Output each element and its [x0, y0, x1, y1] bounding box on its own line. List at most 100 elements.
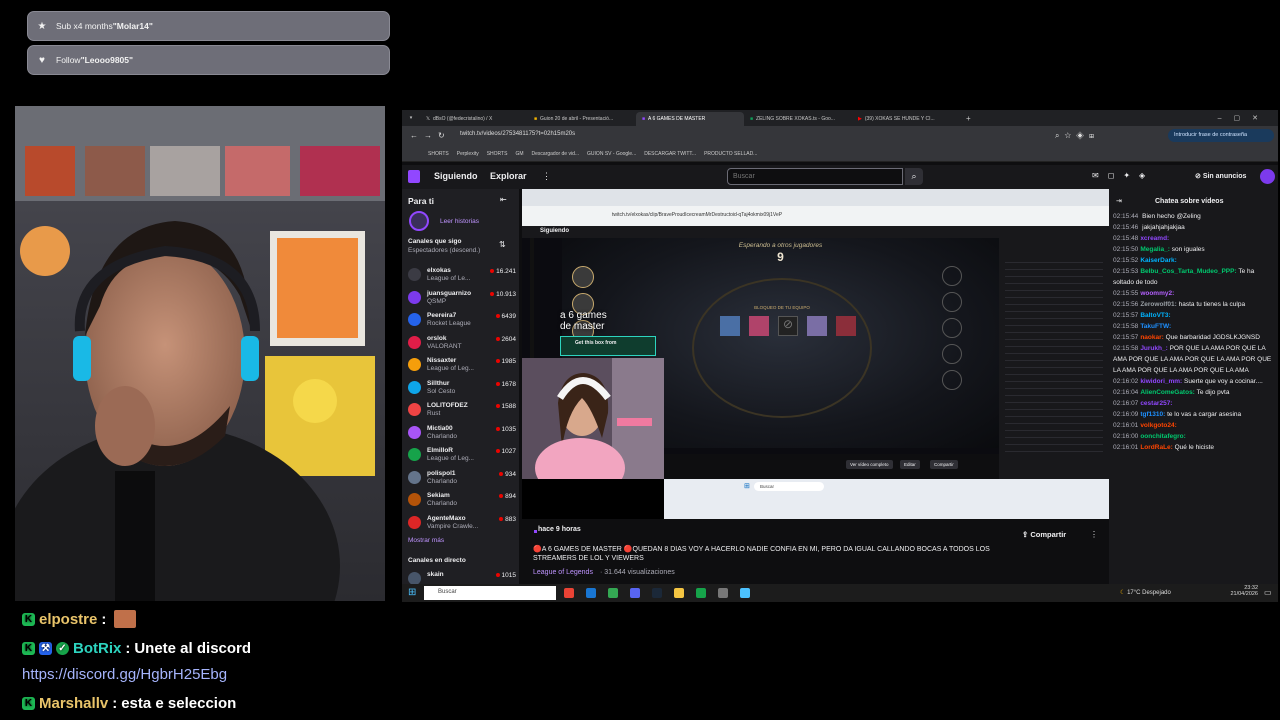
notification-icon[interactable]: ▭ — [1264, 588, 1272, 597]
discord-icon[interactable] — [630, 588, 640, 598]
chat-username[interactable]: LordRaLe: — [1140, 444, 1173, 451]
sidebar-channel[interactable]: Sekiam Charlando 894 — [408, 490, 516, 510]
sidebar-channel[interactable]: polispol1 Charlando 934 — [408, 468, 516, 488]
promo-text: Get this box from — [575, 340, 617, 346]
video-player[interactable]: twitch.tv/elxokas/clip/BraveProudIcecrea… — [522, 189, 1109, 519]
collapse-sidebar-icon[interactable]: ⇤ — [500, 195, 507, 204]
bookmark-item[interactable]: Perplexity — [457, 151, 479, 157]
browser-tab[interactable]: ■ ZELING SOBRE XOKAS.ts - Goo... — [744, 112, 852, 126]
chrome-alt-icon[interactable] — [608, 588, 618, 598]
bookmark-item[interactable]: SHORTS — [428, 151, 449, 157]
channel-viewers: 2604 — [496, 336, 516, 343]
chat-username[interactable]: woommy2: — [1140, 290, 1174, 297]
app-icon[interactable] — [696, 588, 706, 598]
chat-username[interactable]: oonchitafegro: — [1140, 433, 1186, 440]
nested-chat — [999, 238, 1109, 479]
chat-username[interactable]: Zerowolf01: — [1140, 301, 1176, 308]
collapse-chat-icon[interactable]: ⇥ — [1116, 196, 1122, 207]
game-waiting-text: Esperando a otros jugadores — [738, 242, 823, 249]
browser-tab-active[interactable]: ■ A 6 GAMES DE MASTER — [636, 112, 744, 126]
new-tab-button[interactable]: + — [966, 114, 971, 123]
chat-username[interactable]: TakuFTW: — [1140, 323, 1171, 330]
windows-start-icon[interactable]: ⊞ — [408, 587, 416, 598]
chat-username[interactable]: volkgoto24: — [1140, 422, 1176, 429]
overlay-chat-colon: : — [101, 610, 107, 628]
twitch-logo-icon[interactable] — [408, 170, 420, 183]
notepad-icon[interactable] — [718, 588, 728, 598]
chat-username[interactable]: Megalia_: — [1140, 246, 1170, 253]
tab-title: ZELING SOBRE XOKAS.ts - Goo... — [756, 116, 835, 122]
sidebar-channel[interactable]: orslok VALORANT 2604 — [408, 333, 516, 353]
bookmark-item[interactable]: GUION SV - Google... — [587, 151, 636, 157]
bookmark-item[interactable]: GM — [515, 151, 523, 157]
sidebar-channel[interactable]: juansguarnizo QSMP 10.913 — [408, 288, 516, 308]
sort-icon[interactable]: ⇅ — [499, 240, 506, 249]
search-icon[interactable]: ⌕ — [905, 168, 923, 185]
address-bar-icons[interactable]: ⌕☆◈⊞ — [1055, 131, 1099, 141]
sidebar-channel[interactable]: Sillthur Sol Cesto 1678 — [408, 378, 516, 398]
nested-twitch-nav: Siguiendo — [522, 226, 1109, 238]
chat-username[interactable]: Belbu_Cos_Tarta_Mudeo_PPP: — [1140, 268, 1236, 275]
more-icon[interactable]: ⋮ — [542, 171, 551, 182]
steam-icon[interactable] — [652, 588, 662, 598]
stories-avatar[interactable] — [409, 211, 429, 231]
show-more-link[interactable]: Mostrar más — [408, 537, 444, 544]
channel-game: Sol Cesto — [427, 387, 456, 395]
bookmark-item[interactable]: SHORTS — [487, 151, 508, 157]
taskbar-search[interactable]: Buscar — [424, 586, 556, 600]
window-controls[interactable]: –▢✕ — [1218, 114, 1270, 122]
browser-tab[interactable]: ■ Guion 20 de abril - Presentació... — [528, 112, 636, 126]
more-options-icon[interactable]: ⋮ — [1090, 530, 1098, 539]
video-title: 🔴A 6 GAMES DE MASTER 🔴QUEDAN 8 DIAS VOY … — [533, 546, 990, 562]
read-stories-link[interactable]: Leer historias — [440, 218, 479, 225]
nav-following[interactable]: Siguiendo — [434, 171, 478, 181]
bookmark-item[interactable]: Descargador de vid... — [532, 151, 580, 157]
password-prompt-button[interactable]: Introducir frase de contraseña — [1168, 129, 1274, 142]
chat-timestamp: 02:16:01 — [1113, 444, 1139, 451]
url-field[interactable]: twitch.tv/videos/2753481175?t=02h15m20s — [460, 131, 980, 137]
chat-username[interactable]: Jurukh_: — [1140, 345, 1167, 352]
channel-viewers: 16.241 — [490, 268, 516, 275]
chat-username[interactable]: AlienComeGatos: — [1140, 389, 1195, 396]
sidebar-channel[interactable]: elxokas League of Le... 16.241 — [408, 265, 516, 285]
search-input[interactable] — [727, 168, 903, 185]
avatar[interactable] — [1260, 169, 1275, 184]
nested-chat-lines — [1005, 256, 1103, 456]
top-nav-icons[interactable]: ✉◻✦◈ — [1092, 171, 1154, 180]
sidebar-channel[interactable]: AgenteMaxo Vampire Crawle... 883 — [408, 513, 516, 533]
share-button[interactable]: ⇪ Compartir — [1022, 530, 1066, 539]
channel-name: Mictia00 — [427, 424, 453, 432]
chat-username[interactable]: KaiserDark: — [1140, 257, 1177, 264]
chat-timestamp: 02:15:46 — [1113, 224, 1139, 231]
chat-username[interactable]: cestar257: — [1140, 400, 1172, 407]
browser-tab[interactable]: 𝕏dBsO (@fedecristalino) / X — [420, 112, 528, 126]
sidebar-channel[interactable]: Mictia00 Charlando 1035 — [408, 423, 516, 443]
video-category[interactable]: League of Legends — [533, 569, 593, 576]
app-icon[interactable] — [740, 588, 750, 598]
chat-username[interactable]: kiwidori_mm: — [1140, 378, 1182, 385]
clock[interactable]: 23:32 21/04/2026 — [1224, 585, 1258, 597]
sidebar-channel[interactable]: LOLITOFDEZ Rust 1588 — [408, 400, 516, 420]
sidebar-channel[interactable]: Peereira7 Rocket League 6439 — [408, 310, 516, 330]
nav-buttons[interactable]: ←→↻ — [410, 131, 451, 140]
sidebar-channel[interactable]: Nissaxter League of Leg... 1985 — [408, 355, 516, 375]
sub-alert: ★ Sub x4 months "Molar14" — [27, 11, 390, 41]
video-views: · 31.644 visualizaciones — [600, 569, 675, 576]
chat-username[interactable]: xcreamd: — [1140, 235, 1169, 242]
bookmark-item[interactable]: DESCARGAR TWITT... — [644, 151, 696, 157]
bookmark-item[interactable]: PRODUCTO SELLAD... — [704, 151, 757, 157]
folder-icon[interactable] — [674, 588, 684, 598]
channel-name: LOLITOFDEZ — [427, 402, 468, 409]
emote-icon — [114, 610, 137, 628]
weather-widget[interactable]: ☾ 17°C Despejado — [1120, 589, 1171, 596]
chrome-icon[interactable] — [564, 588, 574, 598]
browser-tab[interactable]: ▶ (39) XOKAS SE HUNDE Y CI... — [852, 112, 960, 126]
chat-username[interactable]: naokar: — [1140, 334, 1163, 341]
chat-username[interactable]: BaltoVT3: — [1140, 312, 1170, 319]
tab-list-icon[interactable]: ▾ — [402, 115, 420, 121]
chat-username[interactable]: tgf1310: — [1140, 411, 1165, 418]
sidebar-channel[interactable]: ElmilloR League of Leg... 1027 — [408, 445, 516, 465]
edge-icon[interactable] — [586, 588, 596, 598]
ad-free-button[interactable]: ⊘ Sin anuncios — [1195, 172, 1246, 180]
nav-explore[interactable]: Explorar — [490, 171, 527, 181]
